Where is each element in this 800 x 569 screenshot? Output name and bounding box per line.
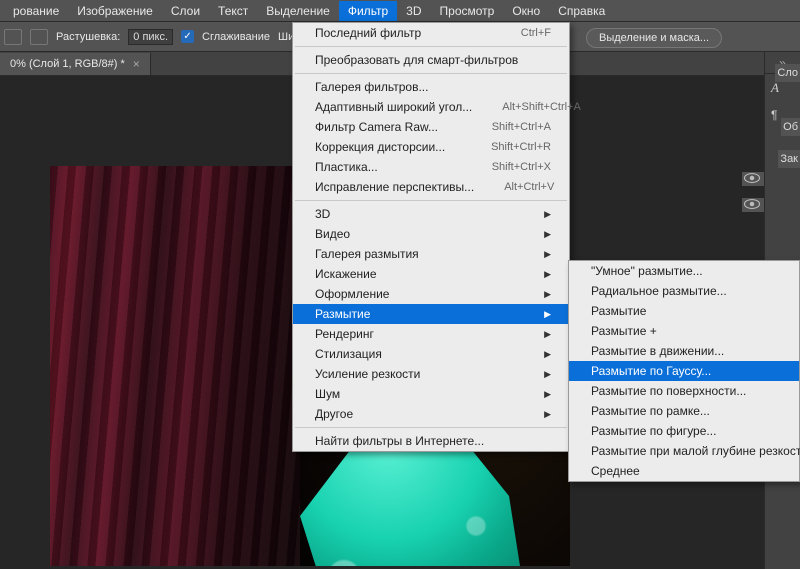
document-tab-title: 0% (Слой 1, RGB/8#) * bbox=[10, 58, 125, 70]
menu-item-blur[interactable]: Размытие▶ bbox=[293, 304, 569, 324]
submenu-arrow-icon: ▶ bbox=[514, 249, 551, 260]
menu-edit[interactable]: рование bbox=[4, 1, 68, 21]
menu-item-sharpen[interactable]: Усиление резкости▶ bbox=[293, 364, 569, 384]
bookmarks-panel-tab[interactable]: Зак bbox=[778, 150, 800, 168]
filter-menu-dropdown: Последний фильтр Ctrl+F Преобразовать дл… bbox=[292, 22, 570, 452]
menu-3d[interactable]: 3D bbox=[397, 1, 430, 21]
submenu-item-average[interactable]: Среднее bbox=[569, 461, 799, 481]
menu-item-design[interactable]: Оформление▶ bbox=[293, 284, 569, 304]
submenu-arrow-icon: ▶ bbox=[514, 349, 551, 360]
menu-item-adaptive-wide-angle[interactable]: Адаптивный широкий угол... Alt+Shift+Ctr… bbox=[293, 97, 569, 117]
submenu-arrow-icon: ▶ bbox=[514, 229, 551, 240]
submenu-arrow-icon: ▶ bbox=[514, 389, 551, 400]
menu-item-lens-correction[interactable]: Коррекция дисторсии... Shift+Ctrl+R bbox=[293, 137, 569, 157]
menu-text[interactable]: Текст bbox=[209, 1, 257, 21]
menu-window[interactable]: Окно bbox=[503, 1, 549, 21]
submenu-arrow-icon: ▶ bbox=[514, 309, 551, 320]
menu-item-blur-gallery[interactable]: Галерея размытия▶ bbox=[293, 244, 569, 264]
selection-mode-icon[interactable] bbox=[4, 29, 22, 45]
menu-select[interactable]: Выделение bbox=[257, 1, 339, 21]
feather-label: Растушевка: bbox=[56, 31, 120, 43]
menu-view[interactable]: Просмотр bbox=[431, 1, 504, 21]
submenu-item-blur-more[interactable]: Размытие + bbox=[569, 321, 799, 341]
submenu-arrow-icon: ▶ bbox=[514, 289, 551, 300]
submenu-arrow-icon: ▶ bbox=[514, 269, 551, 280]
submenu-item-shape-blur[interactable]: Размытие по фигуре... bbox=[569, 421, 799, 441]
menu-filter[interactable]: Фильтр bbox=[339, 1, 397, 21]
submenu-arrow-icon: ▶ bbox=[514, 369, 551, 380]
menu-item-browse-filters-online[interactable]: Найти фильтры в Интернете... bbox=[293, 431, 569, 451]
submenu-item-motion-blur[interactable]: Размытие в движении... bbox=[569, 341, 799, 361]
menu-item-other[interactable]: Другое▶ bbox=[293, 404, 569, 424]
document-tab[interactable]: 0% (Слой 1, RGB/8#) * × bbox=[0, 53, 151, 75]
menu-item-liquify[interactable]: Пластика... Shift+Ctrl+X bbox=[293, 157, 569, 177]
submenu-item-gaussian-blur[interactable]: Размытие по Гауссу... bbox=[569, 361, 799, 381]
menu-item-camera-raw[interactable]: Фильтр Camera Raw... Shift+Ctrl+A bbox=[293, 117, 569, 137]
menu-layers[interactable]: Слои bbox=[162, 1, 209, 21]
submenu-arrow-icon: ▶ bbox=[514, 329, 551, 340]
submenu-item-lens-blur[interactable]: Размытие при малой глубине резкости... bbox=[569, 441, 799, 461]
smoothing-checkbox[interactable]: ✓ bbox=[181, 30, 194, 43]
menu-item-render[interactable]: Рендеринг▶ bbox=[293, 324, 569, 344]
submenu-item-surface-blur[interactable]: Размытие по поверхности... bbox=[569, 381, 799, 401]
menu-help[interactable]: Справка bbox=[549, 1, 614, 21]
menu-bar: рование Изображение Слои Текст Выделение… bbox=[0, 0, 800, 22]
visibility-icon[interactable] bbox=[742, 172, 764, 186]
feather-input[interactable]: 0 пикс. bbox=[128, 29, 173, 45]
blur-submenu-dropdown: "Умное" размытие... Радиальное размытие.… bbox=[568, 260, 800, 482]
menu-item-video[interactable]: Видео▶ bbox=[293, 224, 569, 244]
layers-panel-tab[interactable]: Сло bbox=[775, 64, 800, 82]
submenu-item-box-blur[interactable]: Размытие по рамке... bbox=[569, 401, 799, 421]
selection-mode-icon[interactable] bbox=[30, 29, 48, 45]
visibility-icon[interactable] bbox=[742, 198, 764, 212]
menu-item-vanishing-point[interactable]: Исправление перспективы... Alt+Ctrl+V bbox=[293, 177, 569, 197]
submenu-arrow-icon: ▶ bbox=[514, 409, 551, 420]
menu-item-noise[interactable]: Шум▶ bbox=[293, 384, 569, 404]
submenu-arrow-icon: ▶ bbox=[514, 209, 551, 220]
menu-item-3d[interactable]: 3D▶ bbox=[293, 204, 569, 224]
menu-item-distort[interactable]: Искажение▶ bbox=[293, 264, 569, 284]
close-icon[interactable]: × bbox=[133, 57, 140, 71]
menu-item-stylize[interactable]: Стилизация▶ bbox=[293, 344, 569, 364]
properties-panel-tab[interactable]: Об bbox=[781, 118, 800, 136]
smoothing-label: Сглаживание bbox=[202, 31, 270, 43]
select-and-mask-button[interactable]: Выделение и маска... bbox=[586, 28, 722, 48]
menu-item-convert-smart[interactable]: Преобразовать для смарт-фильтров bbox=[293, 50, 569, 70]
menu-item-last-filter[interactable]: Последний фильтр Ctrl+F bbox=[293, 23, 569, 43]
submenu-item-radial-blur[interactable]: Радиальное размытие... bbox=[569, 281, 799, 301]
image-content bbox=[50, 166, 310, 566]
submenu-item-blur[interactable]: Размытие bbox=[569, 301, 799, 321]
submenu-item-smart-blur[interactable]: "Умное" размытие... bbox=[569, 261, 799, 281]
menu-image[interactable]: Изображение bbox=[68, 1, 162, 21]
menu-item-filter-gallery[interactable]: Галерея фильтров... bbox=[293, 77, 569, 97]
